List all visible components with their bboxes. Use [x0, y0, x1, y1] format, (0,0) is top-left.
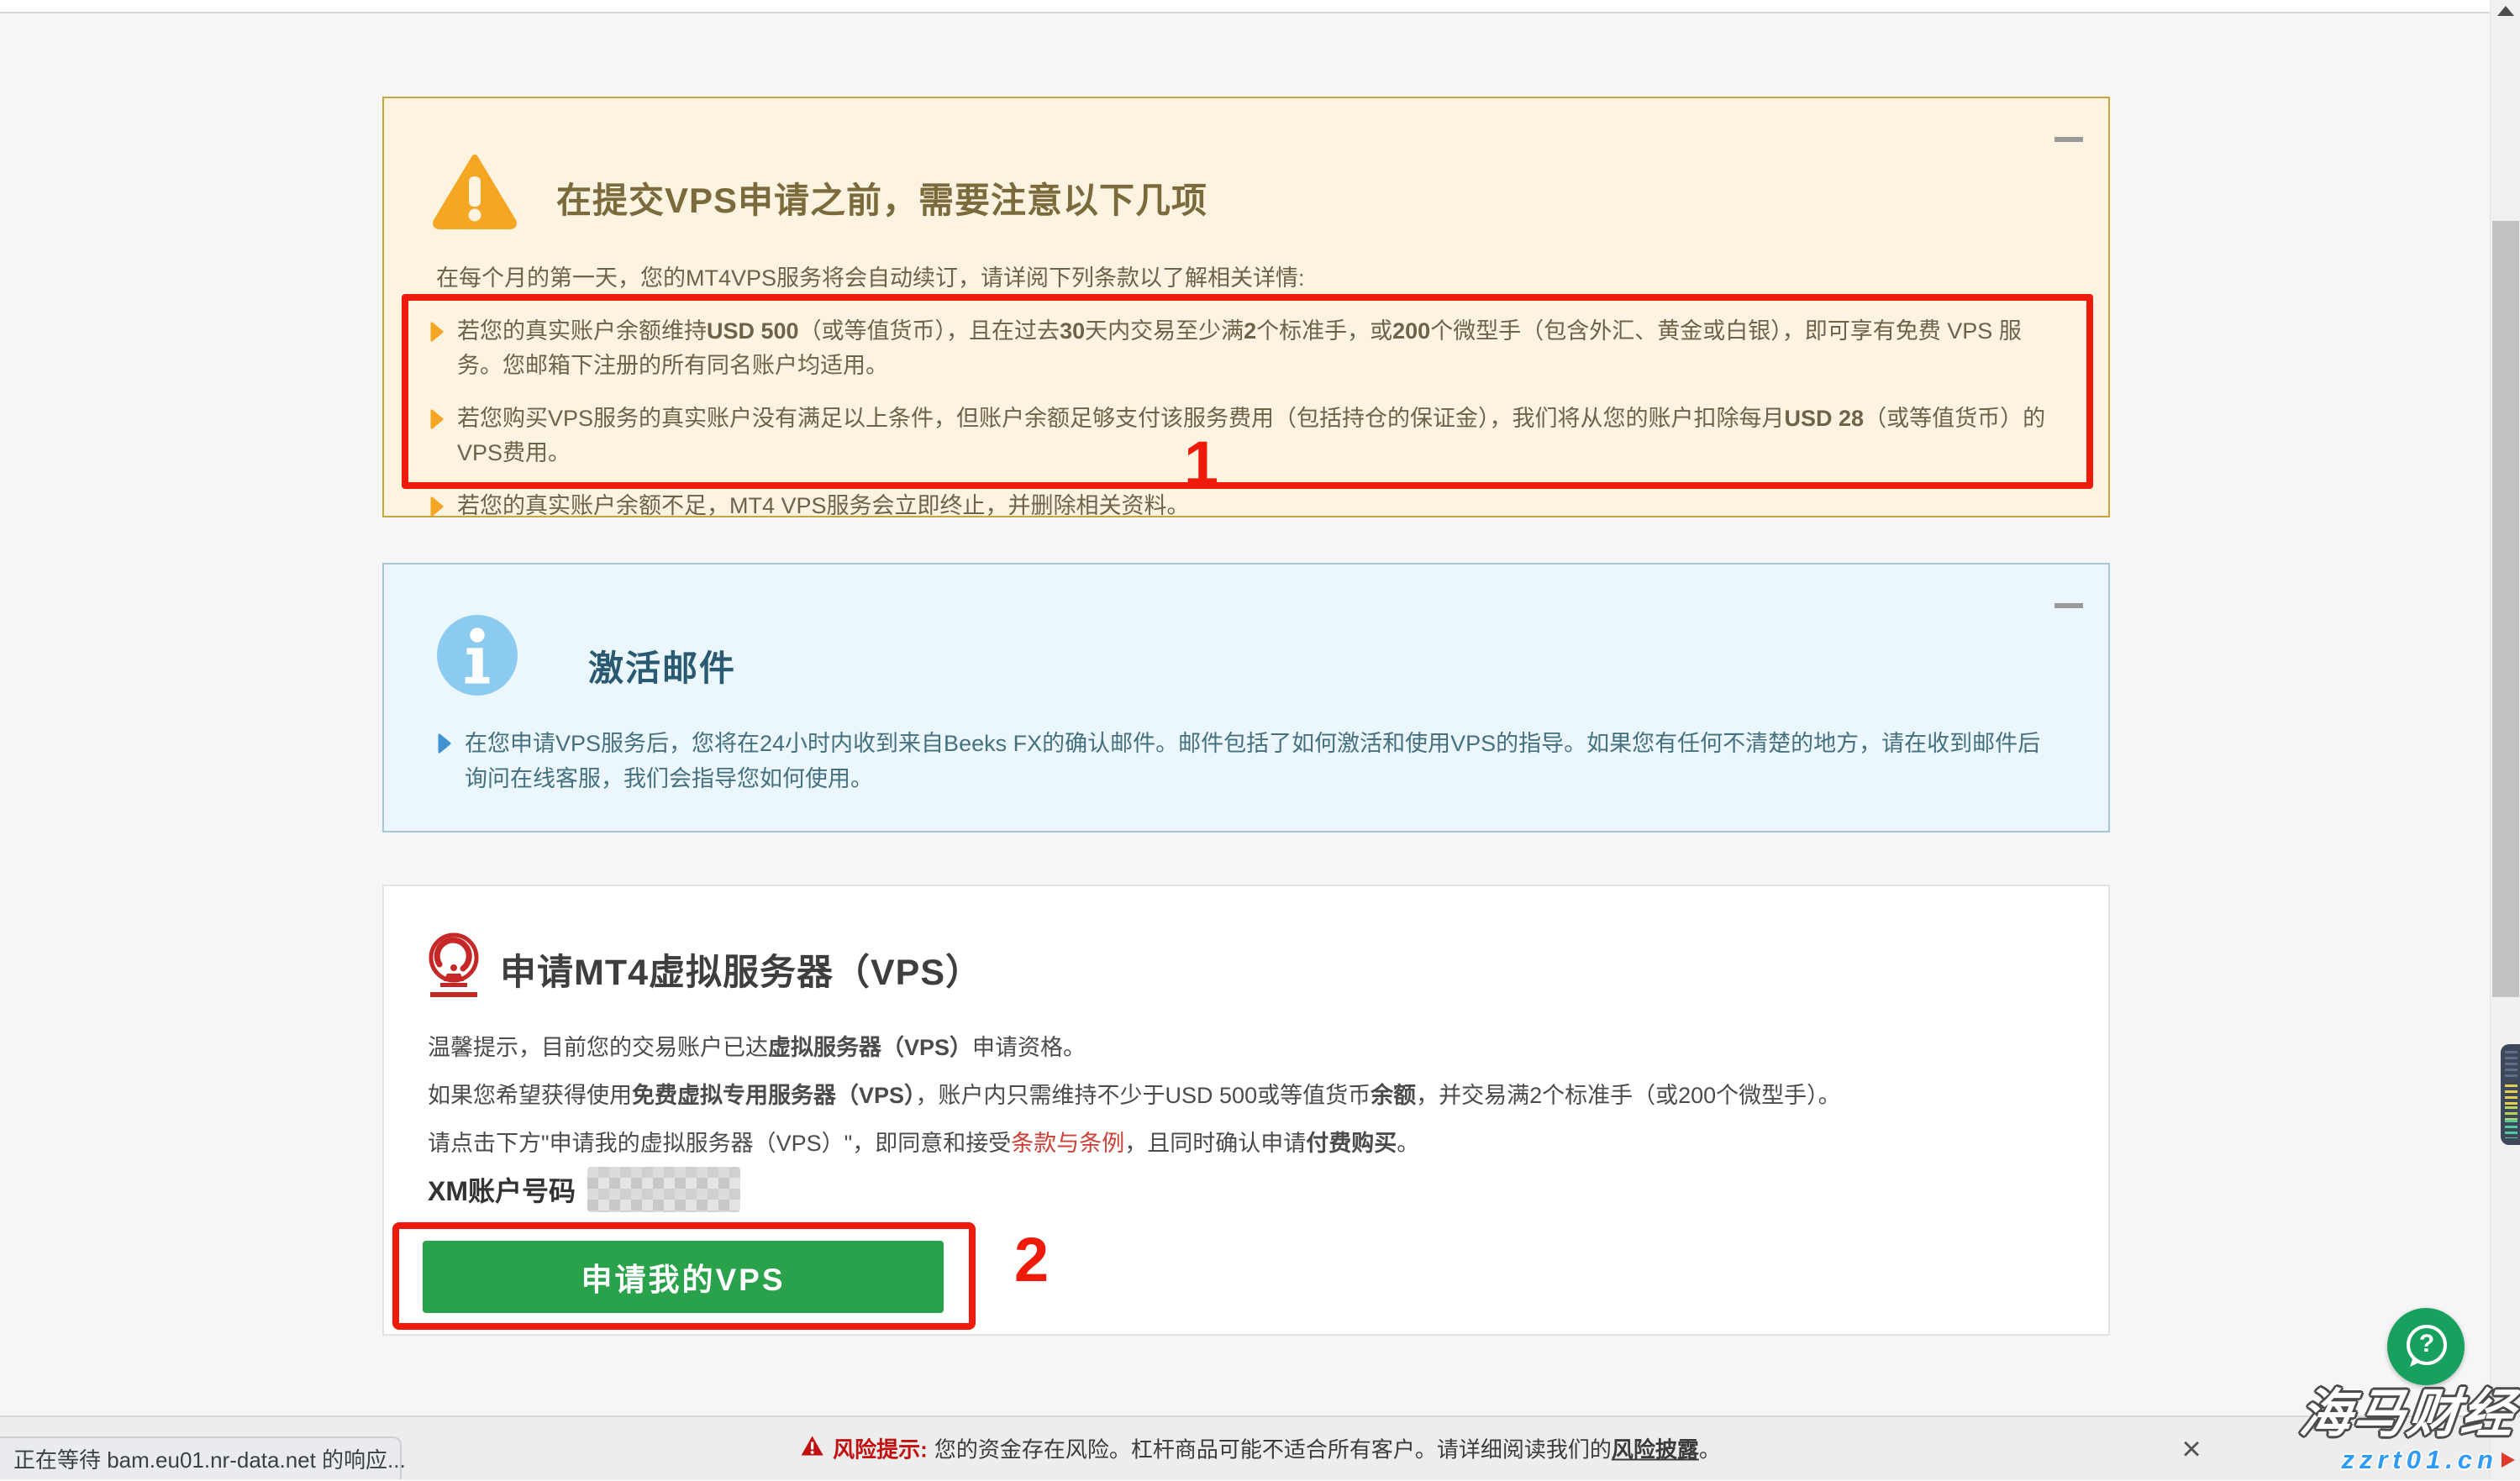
risk-warning-label: 风险提示: — [833, 1433, 928, 1464]
text-run-bold: 30 — [1060, 318, 1085, 344]
play-arrow-icon — [438, 733, 451, 759]
activation-email-text: 在您申请VPS服务后，您将在24小时内收到来自Beeks FX的确认邮件。邮件包… — [465, 726, 2053, 796]
warning-bullet-3-text: 若您的真实账户余额不足，MT4 VPS服务会立即终止，并删除相关资料。 — [457, 489, 1190, 517]
risk-warning-content: 风险提示: 您的资金存在风险。杠杆商品可能不适合所有客户。请详细阅读我们的风险披… — [799, 1433, 1721, 1464]
text-run-bold: 200 — [1392, 318, 1430, 344]
watermark-triangle-icon — [2502, 1452, 2515, 1468]
watermark-domain-text: zzrt01.cn — [2341, 1445, 2498, 1475]
text-run: 若您的真实账户余额不足，MT4 VPS服务会立即终止，并删除相关资料。 — [457, 493, 1190, 517]
close-icon[interactable]: × — [2166, 1417, 2217, 1481]
text-run-bold: USD 28 — [1785, 406, 1865, 431]
help-chat-button[interactable]: ? — [2387, 1308, 2465, 1385]
warning-bullet-1-text: 若您的真实账户余额维持USD 500（或等值货币），且在过去30天内交易至少满2… — [457, 314, 2062, 383]
warning-triangle-icon — [433, 154, 517, 234]
vps-apply-panel: 申请MT4虚拟服务器（VPS） 温馨提示，目前您的交易账户已达虚拟服务器（VPS… — [382, 885, 2110, 1336]
site-watermark: 海马财经 zzrt01.cn — [2300, 1386, 2515, 1475]
text-run-bold: 免费虚拟专用服务器（VPS） — [632, 1083, 916, 1108]
text-run: 如果您希望获得使用 — [428, 1083, 632, 1108]
text-run: 若您的真实账户余额维持 — [457, 318, 707, 344]
text-run: 天内交易至少满 — [1085, 318, 1244, 344]
scroll-up-arrow-icon[interactable] — [2497, 6, 2514, 16]
risk-warning-text-end: 。 — [1699, 1433, 1721, 1464]
warning-bullet-2-text: 若您购买VPS服务的真实账户没有满足以上条件，但账户余额足够支付该服务费用（包括… — [457, 402, 2062, 470]
warning-bullet-1: 若您的真实账户余额维持USD 500（或等值货币），且在过去30天内交易至少满2… — [429, 314, 2066, 383]
vps-apply-title: 申请MT4虚拟服务器（VPS） — [500, 943, 982, 995]
text-run-bold: 虚拟服务器（VPS） — [768, 1035, 972, 1060]
text-run-bold: USD 500 — [707, 318, 799, 344]
risk-warning-triangle-icon — [799, 1434, 824, 1463]
warning-panel-subtitle: 在每个月的第一天，您的MT4VPS服务将会自动续订，请详阅下列条款以了解相关详情… — [436, 260, 1305, 292]
text-run: 请点击下方"申请我的虚拟服务器（VPS）"，即同意和接受 — [428, 1131, 1011, 1156]
text-run: 个标准手，或 — [1256, 318, 1392, 344]
vertical-scrollbar[interactable] — [2490, 0, 2520, 1479]
activation-email-bullet: 在您申请VPS服务后，您将在24小时内收到来自Beeks FX的确认邮件。邮件包… — [436, 726, 2053, 796]
collapse-panel-icon[interactable] — [2054, 137, 2083, 142]
text-run: 。 — [1397, 1131, 1419, 1156]
text-run-bold: 2 — [1244, 318, 1256, 344]
meter-teal-stripes — [2505, 1120, 2517, 1138]
activation-email-panel: 激活邮件 在您申请VPS服务后，您将在24小时内收到来自Beeks FX的确认邮… — [382, 563, 2110, 832]
text-run-bold: 余额 — [1370, 1083, 1416, 1108]
vps-application-page: { "warning": { "title": "在提交VPS申请之前，需要注意… — [0, 0, 2520, 1479]
apply-paragraph-2: 如果您希望获得使用免费虚拟专用服务器（VPS），账户内只需维持不少于USD 50… — [428, 1077, 1841, 1110]
meter-lime-stripes — [2505, 1106, 2517, 1120]
xm-account-row: XM账户号码 — [428, 1167, 740, 1212]
warning-bullet-3: 若您的真实账户余额不足，MT4 VPS服务会立即终止，并删除相关资料。 — [429, 489, 2066, 517]
text-run: ，账户内只需维持不少于USD 500或等值货币 — [916, 1083, 1371, 1108]
play-arrow-icon — [430, 321, 444, 347]
info-circle-icon — [437, 615, 518, 696]
activation-email-title: 激活邮件 — [588, 640, 736, 691]
collapse-panel-icon[interactable] — [2054, 603, 2083, 608]
apply-my-vps-button[interactable]: 申请我的VPS — [423, 1241, 944, 1313]
watermark-domain-row: zzrt01.cn — [2300, 1445, 2515, 1475]
play-arrow-icon — [430, 496, 444, 517]
apply-paragraph-1: 温馨提示，目前您的交易账户已达虚拟服务器（VPS）申请资格。 — [428, 1029, 1086, 1062]
risk-disclosure-link[interactable]: 风险披露 — [1612, 1433, 1699, 1464]
warning-panel: 在提交VPS申请之前，需要注意以下几项 在每个月的第一天，您的MT4VPS服务将… — [382, 97, 2110, 517]
page-top-strip — [0, 0, 2520, 13]
xm-account-label: XM账户号码 — [428, 1170, 576, 1209]
text-run-bold: 付费购买 — [1306, 1131, 1397, 1156]
annotation-number-2: 2 — [1014, 1229, 1049, 1291]
annotation-box-1: 若您的真实账户余额维持USD 500（或等值货币），且在过去30天内交易至少满2… — [402, 294, 2093, 489]
browser-extension-meter-widget[interactable] — [2501, 1044, 2520, 1145]
watermark-brand-text: 海马财经 — [2296, 1386, 2517, 1443]
text-run: （或等值货币），且在过去 — [799, 318, 1060, 344]
terms-and-conditions-link[interactable]: 条款与条例 — [1011, 1131, 1124, 1156]
annotation-number-1: 1 — [1184, 433, 1218, 495]
warning-bullet-2: 若您购买VPS服务的真实账户没有满足以上条件，但账户余额足够支付该服务费用（包括… — [429, 402, 2066, 470]
text-run: 申请资格。 — [972, 1035, 1086, 1060]
text-run: ，且同时确认申请 — [1124, 1131, 1306, 1156]
xm-account-number-redacted — [587, 1167, 740, 1212]
meter-yellow-stripes — [2505, 1084, 2517, 1106]
svg-text:?: ? — [2419, 1330, 2434, 1358]
text-run: 温馨提示，目前您的交易账户已达 — [428, 1035, 768, 1060]
warning-panel-title: 在提交VPS申请之前，需要注意以下几项 — [556, 172, 1207, 223]
risk-warning-text: 您的资金存在风险。杠杆商品可能不适合所有客户。请详细阅读我们的 — [934, 1433, 1612, 1464]
scrollbar-thumb[interactable] — [2492, 221, 2519, 997]
stamp-seal-icon — [428, 930, 480, 1005]
text-run: 若您购买VPS服务的真实账户没有满足以上条件，但账户余额足够支付该服务费用（包括… — [457, 406, 1785, 431]
meter-blue-stripes — [2505, 1051, 2517, 1079]
play-arrow-icon — [430, 408, 444, 434]
text-run: ，并交易满2个标准手（或200个微型手）。 — [1416, 1083, 1841, 1108]
browser-status-text: 正在等待 bam.eu01.nr-data.net 的响应... — [13, 1443, 406, 1474]
apply-paragraph-3: 请点击下方"申请我的虚拟服务器（VPS）"，即同意和接受条款与条例，且同时确认申… — [428, 1125, 1419, 1158]
browser-status-bubble: 正在等待 bam.eu01.nr-data.net 的响应... — [0, 1436, 402, 1479]
